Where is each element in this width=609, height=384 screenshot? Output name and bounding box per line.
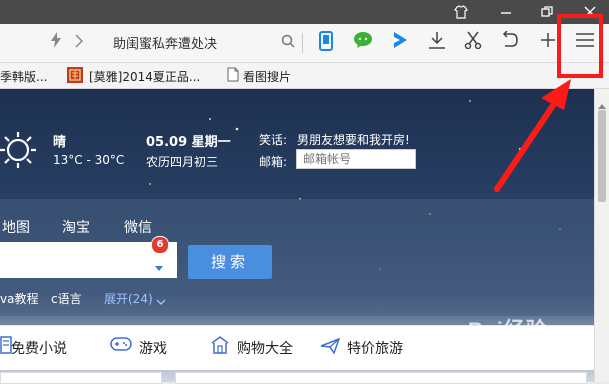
address-bar[interactable]: 助闺蜜私奔遭处决 [113, 33, 217, 52]
plane-icon [320, 336, 341, 358]
quick-link-games[interactable]: 游戏 [139, 338, 167, 358]
joke-link[interactable]: 男朋友想要和我开房! [297, 131, 410, 148]
phone-icon[interactable] [316, 31, 336, 55]
bookmark-item[interactable]: 季韩版... [0, 68, 47, 85]
download-icon[interactable] [427, 31, 447, 55]
quick-link-travel[interactable]: 特价旅游 [347, 338, 403, 358]
highlight-box [557, 14, 603, 78]
title-bar [0, 0, 609, 24]
quick-link-shopping[interactable]: 购物大全 [237, 338, 293, 358]
tab-taobao[interactable]: 淘宝 [62, 217, 90, 237]
scissors-icon[interactable] [463, 31, 483, 55]
skin-icon[interactable] [446, 0, 476, 24]
mail-input[interactable] [296, 149, 416, 169]
chevron-right-icon[interactable] [72, 31, 86, 55]
hot-link[interactable]: va教程 [0, 290, 38, 307]
weather-condition: 晴 [53, 135, 67, 150]
minimize-button[interactable] [491, 0, 521, 24]
plus-icon[interactable] [538, 31, 558, 55]
content-card [175, 372, 587, 384]
bookmark-item[interactable]: 看图搜片 [243, 68, 291, 85]
shop-icon [210, 336, 230, 358]
bookmark-item[interactable]: [莫雅]2014夏正品... [89, 68, 200, 85]
quick-link-novels[interactable]: 免费小说 [11, 338, 67, 358]
watermark: Bai经验 [468, 319, 548, 342]
expand-chevron-icon[interactable] [156, 292, 166, 311]
bookmark-favicon [67, 67, 83, 83]
date-text: 05.09 星期一 [146, 135, 231, 150]
lunar-date: 农历四月初三 [146, 155, 219, 169]
content-card [0, 372, 162, 384]
mail-label: 邮箱: [259, 155, 288, 169]
notification-badge: 6 [151, 236, 169, 254]
scrollbar-thumb[interactable] [598, 110, 606, 202]
lightning-icon[interactable] [48, 31, 64, 55]
search-icon[interactable] [280, 31, 296, 55]
chevron-down-icon[interactable] [154, 258, 164, 277]
gamepad-icon [110, 336, 132, 356]
expand-link[interactable]: 展开(24) [104, 290, 153, 307]
hot-link[interactable]: c语言 [51, 290, 82, 307]
toolbar-divider [302, 33, 303, 53]
tab-wechat[interactable]: 微信 [124, 217, 152, 237]
search-button[interactable]: 搜索 [188, 245, 272, 279]
play-icon[interactable] [390, 31, 410, 55]
tab-map[interactable]: 地图 [2, 217, 30, 237]
page-icon [227, 67, 239, 86]
sun-icon [0, 128, 44, 176]
weather-temperature: 13°C - 30°C [53, 153, 125, 167]
joke-label: 笑话: [259, 133, 288, 147]
undo-icon[interactable] [500, 30, 520, 55]
wechat-icon[interactable] [352, 31, 374, 55]
